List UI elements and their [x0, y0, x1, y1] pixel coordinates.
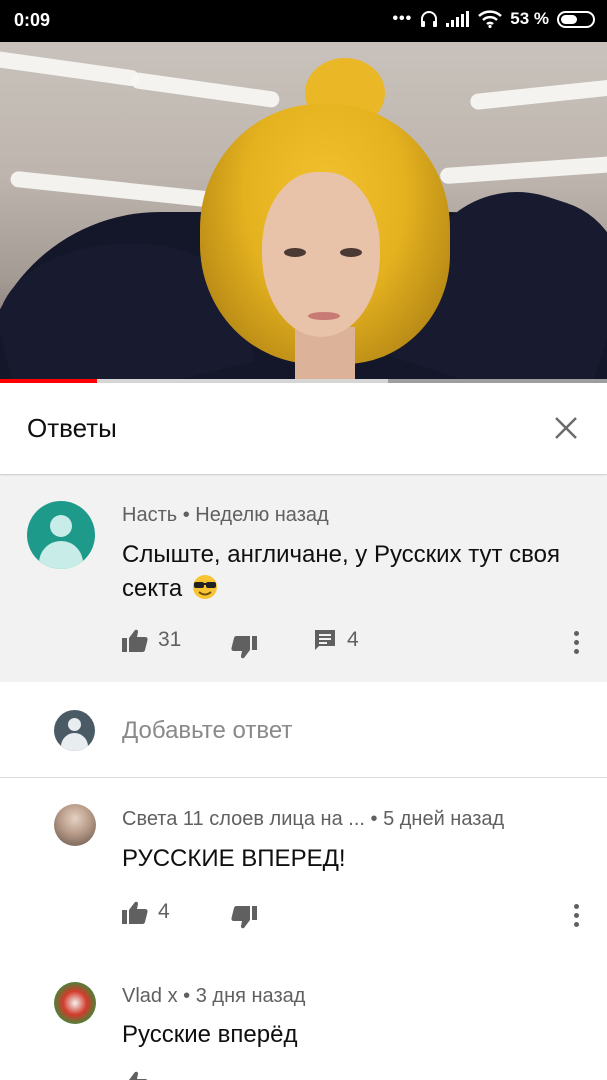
main-comment: Насть • Неделю назад Слыште, англичане, …: [0, 476, 607, 682]
like-count: 31: [158, 628, 182, 651]
thumbs-down-icon[interactable]: [231, 636, 257, 660]
status-time: 0:09: [14, 10, 51, 30]
replies-header: Ответы: [0, 383, 607, 475]
close-icon[interactable]: [551, 413, 581, 443]
reply-input[interactable]: Добавьте ответ: [122, 717, 292, 745]
page-title: Ответы: [27, 413, 117, 443]
reply-meta: Света 11 слоев лица на ... • 5 дней наза…: [122, 808, 505, 830]
signal-icon: [446, 11, 470, 27]
like-button[interactable]: 4: [122, 900, 170, 924]
more-options-icon[interactable]: [573, 904, 579, 928]
reply-author[interactable]: Vlad x: [122, 985, 178, 1007]
smiling-face-with-sunglasses-icon: [192, 575, 217, 599]
comment-icon: [315, 630, 335, 650]
person-eye: [284, 248, 306, 257]
ceiling-light: [439, 155, 607, 185]
reply-meta: Vlad x • 3 дня назад: [122, 985, 306, 1007]
comment-author[interactable]: Насть: [122, 504, 177, 526]
thumbs-up-icon[interactable]: [122, 1070, 148, 1080]
thumbs-up-icon: [122, 629, 148, 652]
status-bar: 0:09 ••• 53 %: [0, 0, 607, 42]
avatar: [54, 710, 95, 751]
reply-text: Русские вперёд: [122, 1021, 298, 1048]
headphones-icon: [421, 11, 438, 27]
like-count: 4: [158, 900, 170, 923]
comment-time: Неделю назад: [195, 504, 329, 526]
comment-text: Слыште, англичане, у Русских тут своя се…: [122, 541, 560, 602]
thumbs-down-icon[interactable]: [231, 906, 257, 930]
ceiling-light: [469, 77, 607, 111]
wifi-icon: [478, 10, 503, 28]
status-icons: ••• 53 %: [392, 9, 595, 29]
add-reply-row: Добавьте ответ: [0, 683, 607, 778]
ceiling-light: [129, 71, 281, 109]
more-options-icon[interactable]: [573, 631, 579, 655]
reply-time: 3 дня назад: [195, 985, 306, 1007]
avatar[interactable]: [27, 501, 95, 569]
reply-text: РУССКИЕ ВПЕРЕД!: [122, 845, 346, 872]
avatar[interactable]: [54, 804, 96, 846]
replies-button[interactable]: 4: [313, 628, 359, 652]
avatar[interactable]: [54, 982, 96, 1024]
like-button[interactable]: 31: [122, 628, 181, 652]
ceiling-light: [9, 170, 231, 210]
person-mouth: [308, 312, 340, 320]
reply-time: 5 дней назад: [383, 808, 505, 830]
video-player[interactable]: [0, 42, 607, 383]
battery-percent: 53 %: [510, 9, 549, 28]
thumbs-up-icon: [122, 901, 148, 924]
comment-meta: Насть • Неделю назад: [122, 504, 329, 526]
ceiling-light: [0, 48, 141, 88]
more-dots-icon: •••: [392, 10, 413, 27]
reply-author[interactable]: Света 11 слоев лица на ...: [122, 808, 365, 830]
battery-icon: [557, 10, 595, 28]
person-eye: [340, 248, 362, 257]
reply-count: 4: [347, 628, 359, 651]
